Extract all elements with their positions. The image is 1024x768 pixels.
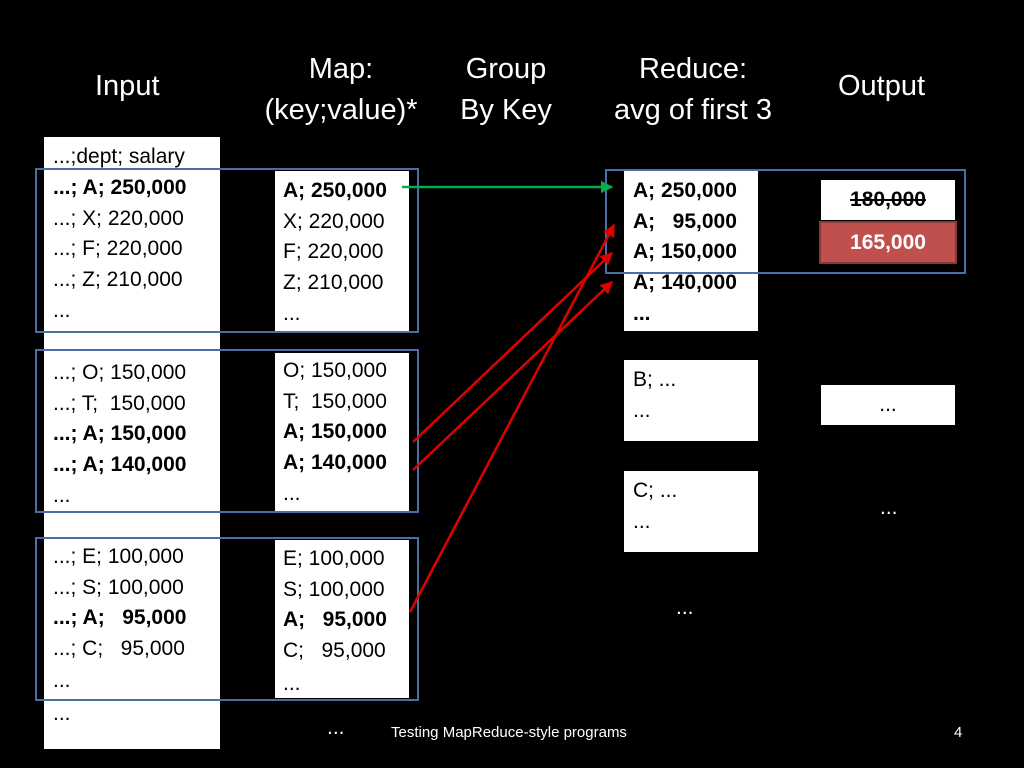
- page-number: 4: [954, 724, 963, 741]
- arrow-map-a95-to-reduce: [408, 223, 616, 613]
- shuffle-arrows: [402, 180, 616, 613]
- footer-title: Testing MapReduce-style programs: [391, 724, 627, 741]
- footer-ellipsis: ...: [327, 716, 345, 739]
- arrow-map-a150-to-reduce: [412, 252, 613, 443]
- arrow-map-a140-to-reduce: [412, 281, 613, 471]
